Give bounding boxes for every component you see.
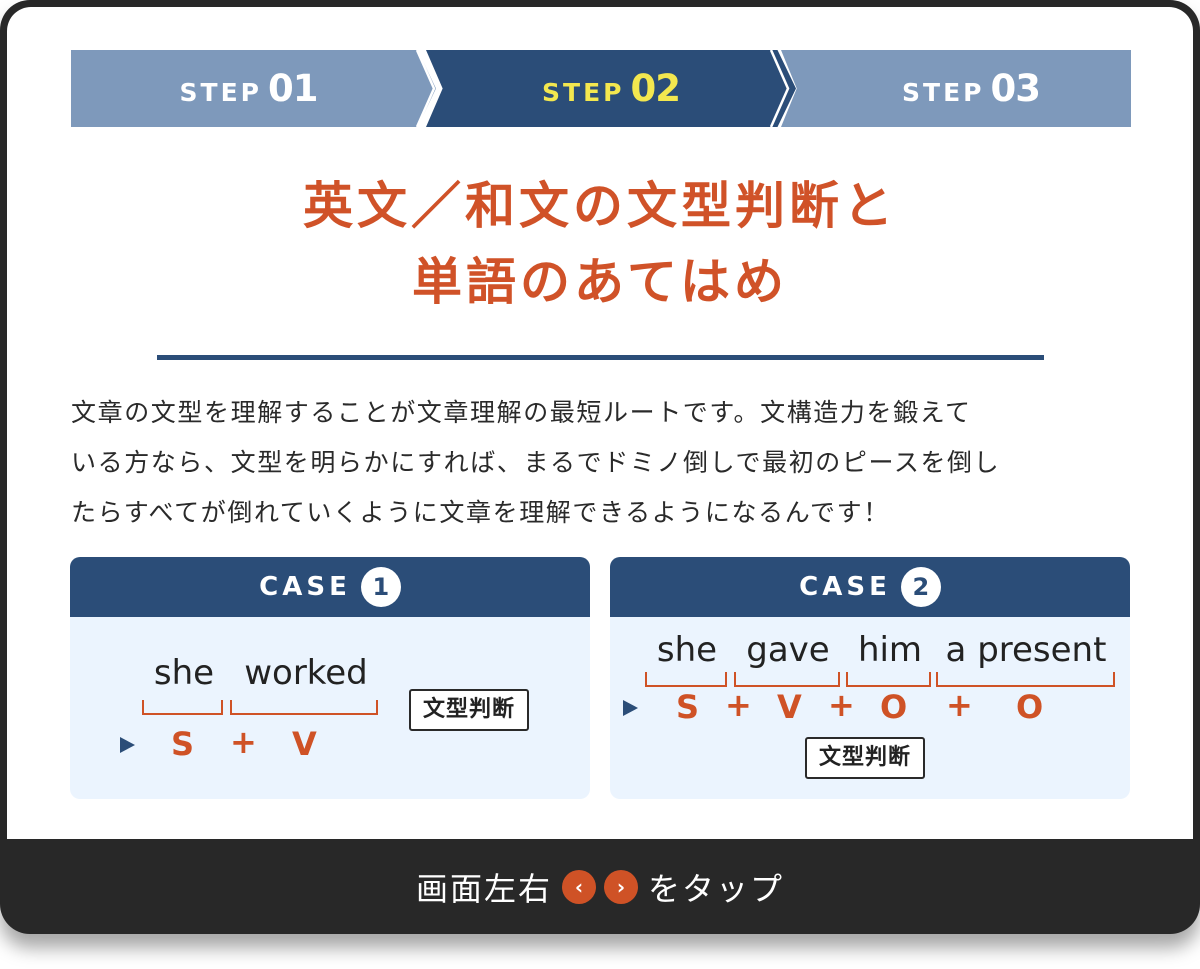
case-header: CASE 2 xyxy=(610,557,1130,617)
role-plus: + xyxy=(946,686,973,724)
step-number: 01 xyxy=(267,67,318,110)
step-03[interactable]: STEP 03 xyxy=(781,50,1131,127)
title-line-1: 英文／和文の文型判断と xyxy=(303,177,897,235)
description: 文章の文型を理解することが文章理解の最短ルートです。文構造力を鍛えて いる方なら… xyxy=(71,388,1141,538)
role-plus: + xyxy=(828,686,855,724)
play-arrow-icon xyxy=(623,700,638,716)
role-verb: V xyxy=(777,688,802,726)
step-02-active[interactable]: STEP 02 xyxy=(426,50,796,127)
role-plus: + xyxy=(725,686,752,724)
case-card-1: CASE 1 she worked S + V 文型判断 xyxy=(70,557,590,799)
role-subject: S xyxy=(676,688,700,726)
role-subject: S xyxy=(171,725,195,763)
case-number-badge: 1 xyxy=(360,567,401,607)
role-object: O xyxy=(880,688,908,726)
word: him xyxy=(857,630,923,670)
word: a present xyxy=(945,630,1107,670)
step-01[interactable]: STEP 01 xyxy=(71,50,436,127)
hint-suffix: をタップ xyxy=(648,869,785,908)
chevron-right-icon[interactable]: › xyxy=(604,869,638,904)
bracket xyxy=(734,672,840,687)
bracket xyxy=(142,700,223,715)
chevron-left-icon[interactable]: ‹ xyxy=(562,869,596,904)
bottom-hint-bar: 画面左右 ‹ › をタップ xyxy=(0,839,1200,934)
word: she xyxy=(153,653,215,693)
case-number-badge: 2 xyxy=(900,567,941,607)
case-card-2: CASE 2 she gave him a present S + V + O … xyxy=(610,557,1130,799)
step-label: STEP xyxy=(542,78,625,107)
hint-prefix: 画面左右 xyxy=(415,869,552,908)
word: she xyxy=(656,630,718,670)
description-line: 文章の文型を理解することが文章理解の最短ルートです。文構造力を鍛えて xyxy=(71,398,972,427)
description-line: たらすべてが倒れていくように文章を理解できるようになるんです！ xyxy=(71,498,890,527)
judge-tag: 文型判断 xyxy=(805,737,926,779)
step-label: STEP xyxy=(902,78,985,107)
role-plus: + xyxy=(230,723,257,761)
bracket xyxy=(936,672,1115,687)
word: worked xyxy=(244,653,368,693)
page-title: 英文／和文の文型判断と 単語のあてはめ xyxy=(0,168,1200,320)
step-progress: STEP 01 STEP 02 STEP 03 xyxy=(71,50,1131,127)
word: gave xyxy=(746,630,830,670)
bracket xyxy=(846,672,931,687)
step-number: 02 xyxy=(630,67,680,110)
step-label: STEP xyxy=(179,78,262,107)
case-label: CASE xyxy=(259,572,351,602)
bracket xyxy=(230,700,378,715)
title-divider xyxy=(157,355,1044,360)
role-verb: V xyxy=(292,725,317,763)
case-label: CASE xyxy=(799,572,891,602)
play-arrow-icon xyxy=(120,737,135,753)
step-number: 03 xyxy=(990,67,1040,110)
title-line-2: 単語のあてはめ xyxy=(412,253,788,311)
description-line: いる方なら、文型を明らかにすれば、まるでドミノ倒しで最初のピースを倒し xyxy=(71,448,1001,477)
judge-tag: 文型判断 xyxy=(409,689,530,731)
role-object: O xyxy=(1016,688,1044,726)
bracket xyxy=(645,672,727,687)
case-header: CASE 1 xyxy=(70,557,590,617)
